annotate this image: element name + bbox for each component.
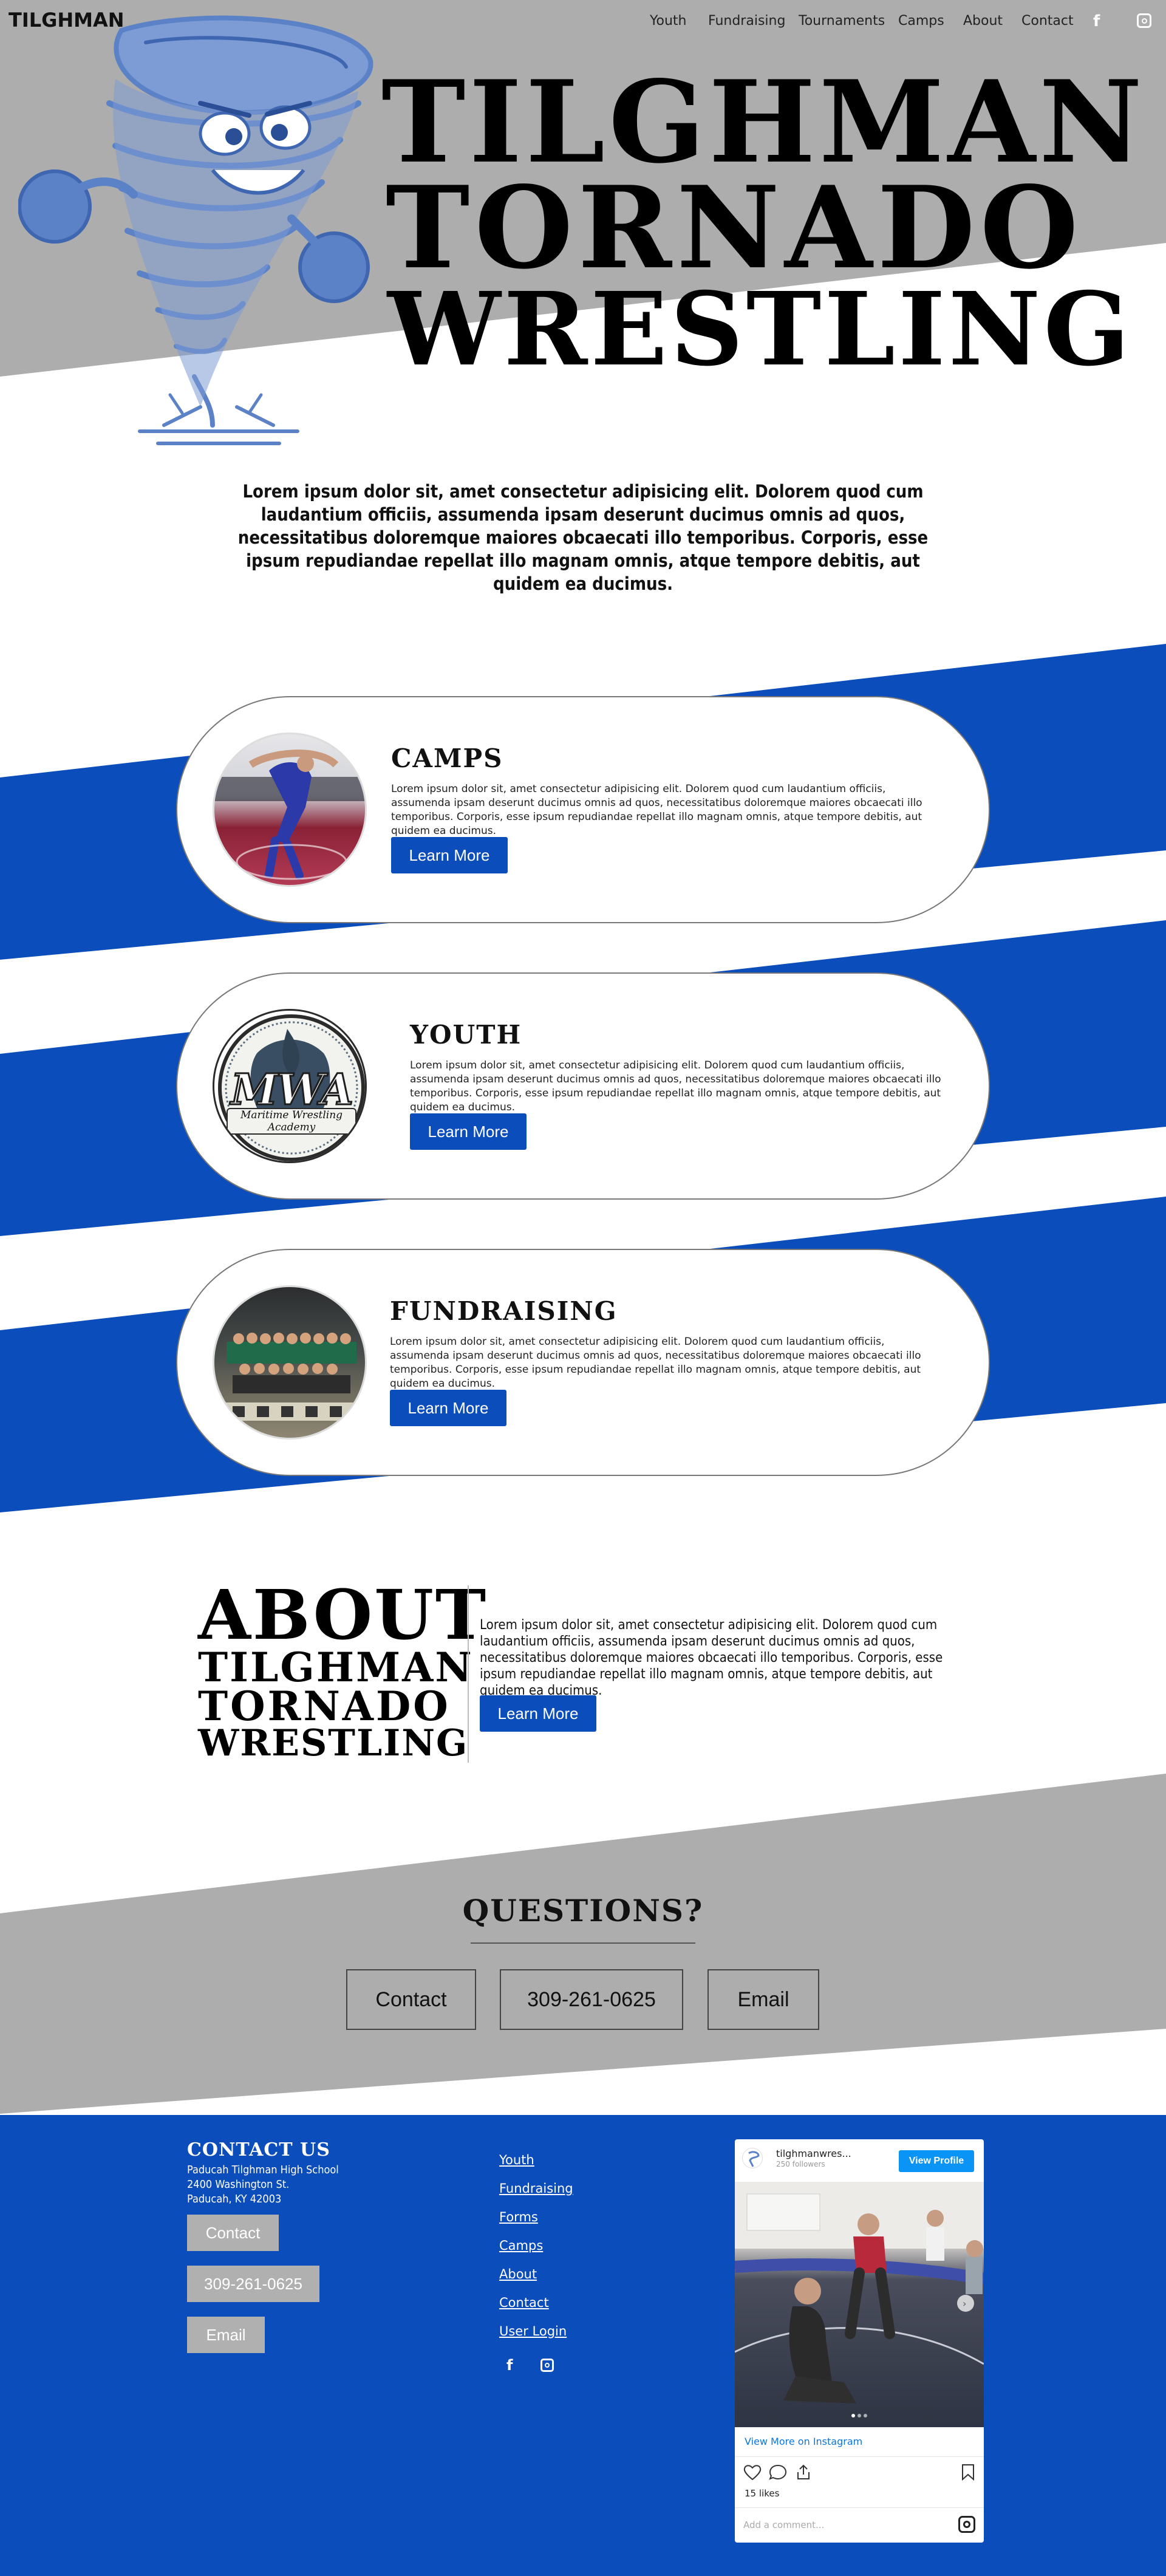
questions-contact-button[interactable]: Contact bbox=[346, 1969, 476, 2030]
about-divider bbox=[468, 1585, 469, 1763]
about-learn-more-button[interactable]: Learn More bbox=[480, 1695, 596, 1732]
card-fundraising-title: FUNDRAISING bbox=[390, 1296, 618, 1326]
tornado-mascot bbox=[18, 15, 373, 445]
nav-contact[interactable]: Contact bbox=[1021, 13, 1074, 29]
site-brand[interactable]: TILGHMAN bbox=[9, 9, 124, 32]
questions-phone-button[interactable]: 309-261-0625 bbox=[500, 1969, 683, 2030]
card-youth-text: Lorem ipsum dolor sit, amet consectetur … bbox=[410, 1059, 941, 1113]
bookmark-icon[interactable] bbox=[961, 2464, 975, 2481]
footer-address-line1: Paducah Tilghman High School bbox=[187, 2164, 339, 2176]
footer-address-line3: Paducah, KY 42003 bbox=[187, 2193, 282, 2205]
youth-learn-more-button[interactable]: Learn More bbox=[410, 1113, 527, 1150]
instagram-icon[interactable] bbox=[1137, 13, 1151, 28]
nav-fundraising[interactable]: Fundraising bbox=[708, 13, 785, 29]
card-camps-text: Lorem ipsum dolor sit, amet consectetur … bbox=[391, 783, 922, 837]
footer-instagram-icon[interactable] bbox=[540, 2359, 554, 2372]
footer-link-forms[interactable]: Forms bbox=[499, 2210, 538, 2224]
instagram-username[interactable]: tilghmanwres... bbox=[776, 2148, 851, 2159]
instagram-logo-icon[interactable] bbox=[958, 2516, 975, 2533]
instagram-divider bbox=[735, 2456, 984, 2457]
nav-about[interactable]: About bbox=[963, 13, 1003, 29]
like-icon[interactable] bbox=[743, 2464, 762, 2481]
nav-camps[interactable]: Camps bbox=[898, 13, 944, 29]
about-heading-line1: ABOUT bbox=[198, 1576, 488, 1655]
footer-facebook-icon[interactable]: f bbox=[506, 2357, 513, 2374]
instagram-post-photo[interactable]: › bbox=[735, 2182, 984, 2427]
share-icon[interactable] bbox=[794, 2464, 813, 2481]
camps-learn-more-button[interactable]: Learn More bbox=[391, 837, 508, 873]
questions-background bbox=[0, 1774, 1166, 2114]
camps-photo bbox=[213, 733, 367, 887]
nav-tournaments[interactable]: Tournaments bbox=[799, 13, 885, 29]
footer-link-contact[interactable]: Contact bbox=[499, 2295, 549, 2310]
about-text: Lorem ipsum dolor sit, amet consectetur … bbox=[480, 1618, 943, 1698]
nav-youth[interactable]: Youth bbox=[650, 13, 687, 29]
instagram-widget: tilghmanwres... 250 followers View Profi… bbox=[735, 2139, 984, 2543]
footer-address-line2: 2400 Washington St. bbox=[187, 2178, 290, 2191]
instagram-view-profile-button[interactable]: View Profile bbox=[899, 2150, 974, 2172]
svg-text:›: › bbox=[963, 2298, 966, 2309]
card-fundraising: FUNDRAISING Lorem ipsum dolor sit, amet … bbox=[176, 1249, 990, 1476]
footer-email-button[interactable]: Email bbox=[187, 2317, 265, 2353]
card-fundraising-text: Lorem ipsum dolor sit, amet consectetur … bbox=[390, 1336, 921, 1390]
footer-link-camps[interactable]: Camps bbox=[499, 2238, 543, 2253]
footer-link-user-login[interactable]: User Login bbox=[499, 2324, 567, 2339]
facebook-icon[interactable]: f bbox=[1093, 12, 1105, 30]
questions-title: QUESTIONS? bbox=[462, 1893, 704, 1929]
fundraising-learn-more-button[interactable]: Learn More bbox=[390, 1390, 506, 1426]
youth-logo-text: MWA bbox=[230, 1064, 355, 1116]
footer-link-about[interactable]: About bbox=[499, 2267, 537, 2281]
fundraising-photo bbox=[213, 1285, 367, 1440]
card-youth-title: YOUTH bbox=[410, 1020, 522, 1050]
hero-title-line2: TORNADO bbox=[386, 161, 1083, 294]
intro-text: Lorem ipsum dolor sit, amet consectetur … bbox=[237, 481, 929, 594]
instagram-likes: 15 likes bbox=[745, 2488, 780, 2499]
footer-contact-button[interactable]: Contact bbox=[187, 2215, 279, 2251]
comment-icon[interactable] bbox=[769, 2464, 787, 2481]
questions-underline bbox=[471, 1942, 695, 1944]
footer-link-youth[interactable]: Youth bbox=[499, 2153, 534, 2167]
hero-title-line3: WRESTLING bbox=[387, 270, 1133, 389]
instagram-comment-input[interactable]: Add a comment... bbox=[743, 2520, 824, 2530]
footer bbox=[0, 2115, 1166, 2576]
questions-email-button[interactable]: Email bbox=[707, 1969, 819, 2030]
footer-contact-title: CONTACT US bbox=[187, 2139, 330, 2161]
card-youth: MWA Maritime Wrestling Academy YOUTH Lor… bbox=[176, 972, 990, 1200]
instagram-divider-2 bbox=[735, 2507, 984, 2508]
instagram-avatar[interactable] bbox=[742, 2148, 763, 2168]
card-camps-title: CAMPS bbox=[391, 743, 503, 773]
instagram-view-more-link[interactable]: View More on Instagram bbox=[745, 2436, 862, 2447]
card-camps: CAMPS Lorem ipsum dolor sit, amet consec… bbox=[176, 696, 990, 923]
about-heading-line2: TILGHMAN bbox=[198, 1644, 474, 1691]
youth-logo: MWA Maritime Wrestling Academy bbox=[213, 1009, 367, 1163]
footer-link-fundraising[interactable]: Fundraising bbox=[499, 2181, 573, 2196]
about-heading-line3: TORNADO bbox=[198, 1683, 451, 1730]
instagram-followers: 250 followers bbox=[776, 2160, 825, 2168]
youth-logo-subtext: Maritime Wrestling Academy bbox=[227, 1108, 356, 1135]
about-heading-line4: WRESTLING bbox=[198, 1722, 469, 1765]
footer-phone-button[interactable]: 309-261-0625 bbox=[187, 2266, 319, 2302]
